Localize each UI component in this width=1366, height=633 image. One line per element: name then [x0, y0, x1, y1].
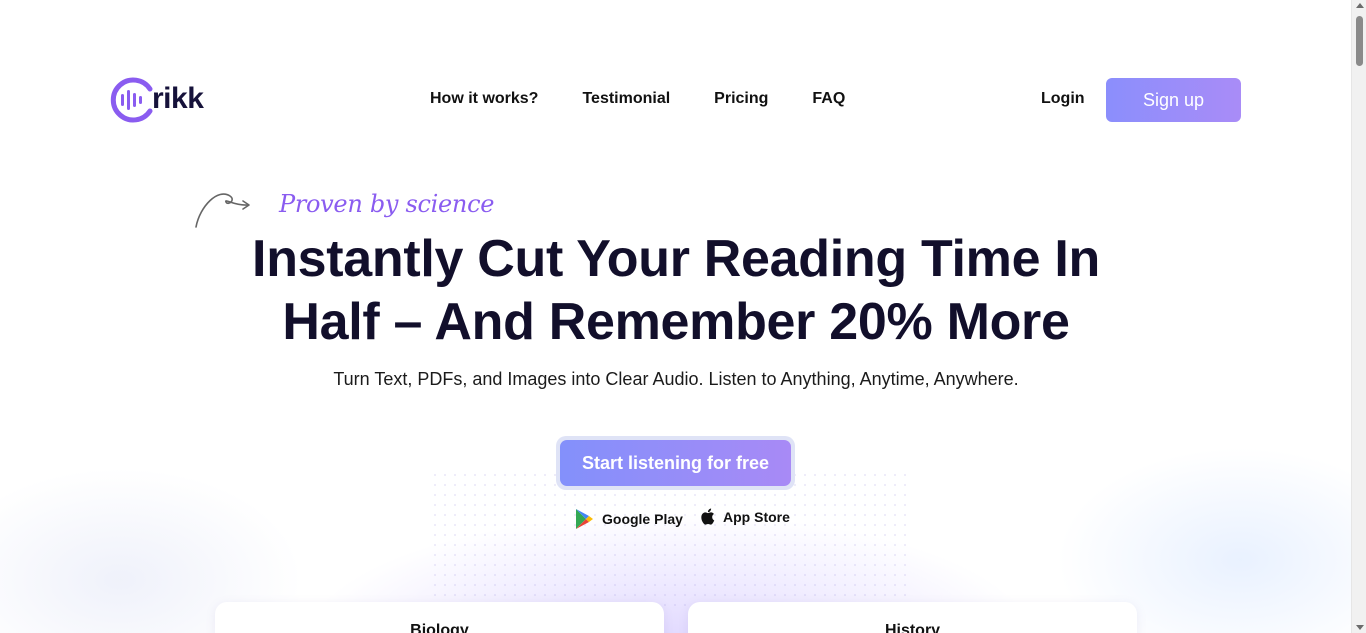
apple-icon: [701, 508, 715, 525]
scrollbar[interactable]: [1351, 0, 1366, 633]
logo[interactable]: rikk: [110, 76, 204, 124]
card-history[interactable]: History: [688, 602, 1137, 633]
start-listening-button[interactable]: Start listening for free: [560, 440, 791, 486]
nav-pricing[interactable]: Pricing: [714, 89, 768, 109]
card-biology[interactable]: Biology: [215, 602, 664, 633]
tagline: Proven by science: [279, 190, 495, 218]
cta-wrapper: Start listening for free: [556, 436, 795, 490]
hero-subheadline: Turn Text, PDFs, and Images into Clear A…: [333, 369, 1019, 389]
nav-faq[interactable]: FAQ: [812, 89, 845, 109]
card-title: Biology: [410, 622, 469, 633]
signup-button[interactable]: Sign up: [1106, 78, 1241, 122]
dot-pattern: [430, 470, 910, 610]
curved-arrow-icon: [195, 193, 250, 228]
app-store-label: App Store: [723, 508, 790, 525]
logo-icon: [110, 77, 153, 123]
scroll-down-arrow-icon[interactable]: [1356, 625, 1364, 630]
main-nav: How it works? Testimonial Pricing FAQ: [430, 89, 889, 109]
scroll-thumb[interactable]: [1356, 16, 1363, 66]
scroll-up-arrow-icon[interactable]: [1356, 3, 1364, 8]
google-play-label: Google Play: [602, 511, 683, 527]
login-link[interactable]: Login: [1041, 89, 1085, 109]
card-title: History: [884, 622, 941, 633]
google-play-icon: [576, 509, 593, 529]
nav-testimonial[interactable]: Testimonial: [582, 89, 670, 109]
hero-headline: Instantly Cut Your Reading Time In Half …: [252, 230, 1100, 351]
google-play-link[interactable]: Google Play: [574, 508, 683, 530]
logo-text: rikk: [152, 82, 204, 115]
app-store-link[interactable]: App Store: [701, 508, 790, 525]
nav-how-it-works[interactable]: How it works?: [430, 89, 538, 109]
